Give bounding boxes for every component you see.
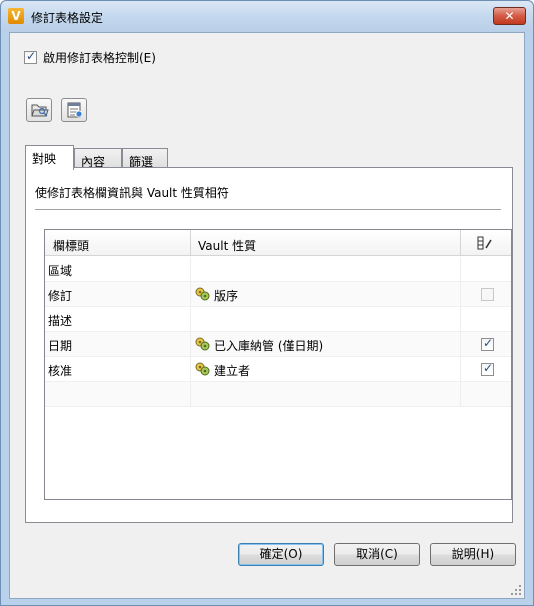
description-divider [35,209,501,211]
cell-divider [190,307,191,332]
vault-property-icon [195,362,210,376]
grid-header: 欄標頭 Vault 性質 [45,230,511,256]
column-divider [190,230,191,256]
row-header-cell: 日期 [48,339,73,353]
table-row[interactable]: 日期 已入庫納管 (僅日期) [45,332,511,357]
column-vault-property[interactable]: Vault 性質 [198,237,256,254]
table-row[interactable]: 修訂 版序 [45,282,511,307]
open-folder-icon [31,104,49,117]
row-checkbox[interactable] [481,336,494,351]
table-row[interactable] [45,382,511,407]
cell-divider [190,282,191,307]
vault-property-cell: 已入庫納管 (僅日期) [214,339,324,353]
table-row[interactable]: 核准 建立者 [45,357,511,382]
cell-divider [460,307,461,332]
cell-divider [190,382,191,407]
row-checkbox[interactable] [481,361,494,376]
open-folder-button[interactable] [26,98,52,122]
enable-revision-table-checkbox[interactable] [24,49,37,64]
cell-divider [460,257,461,282]
cell-divider [190,257,191,282]
dialog-window: V 修訂表格設定 ✕ 啟用修訂表格控制(E) [0,0,534,606]
column-header-title[interactable]: 欄標頭 [53,237,89,254]
enable-revision-table-label[interactable]: 啟用修訂表格控制(E) [43,49,156,66]
mapping-panel: 使修訂表格欄資訊與 Vault 性質相符 欄標頭 Vault 性質 區域 修訂 … [25,167,513,523]
column-edit-icon[interactable] [477,236,493,250]
mapping-grid[interactable]: 欄標頭 Vault 性質 區域 修訂 版序 描述 日期 已入庫納管 (僅日期) … [44,229,512,500]
table-row[interactable]: 區域 [45,257,511,282]
window-title: 修訂表格設定 [31,11,104,25]
row-header-cell: 核准 [48,364,73,378]
resize-grip-icon[interactable] [510,584,522,596]
row-checkbox [481,288,494,301]
cell-divider [190,332,191,357]
ok-button[interactable]: 確定(O) [238,543,324,566]
dialog-body: 啟用修訂表格控制(E) 對映 內容 [9,32,525,599]
app-icon: V [8,8,24,24]
close-button[interactable]: ✕ [493,7,526,25]
cell-divider [460,357,461,382]
cell-divider [460,332,461,357]
vault-property-cell: 建立者 [214,364,251,378]
row-header-cell: 修訂 [48,289,73,303]
vault-property-icon [195,287,210,301]
table-settings-button[interactable] [61,98,87,122]
column-divider [460,230,461,256]
vault-property-icon [195,337,210,351]
vault-property-cell: 版序 [214,289,239,303]
help-button[interactable]: 說明(H) [430,543,516,566]
cell-divider [460,282,461,307]
title-bar[interactable]: V 修訂表格設定 ✕ [1,1,533,32]
cell-divider [190,357,191,382]
row-header-cell: 描述 [48,314,73,328]
mapping-description: 使修訂表格欄資訊與 Vault 性質相符 [35,186,229,200]
row-header-cell: 區域 [48,264,73,278]
table-row[interactable]: 描述 [45,307,511,332]
tab-mapping[interactable]: 對映 [25,145,74,170]
cancel-button[interactable]: 取消(C) [334,543,420,566]
table-settings-icon [67,102,83,118]
tab-mapping-label: 對映 [32,152,57,166]
cell-divider [460,382,461,407]
